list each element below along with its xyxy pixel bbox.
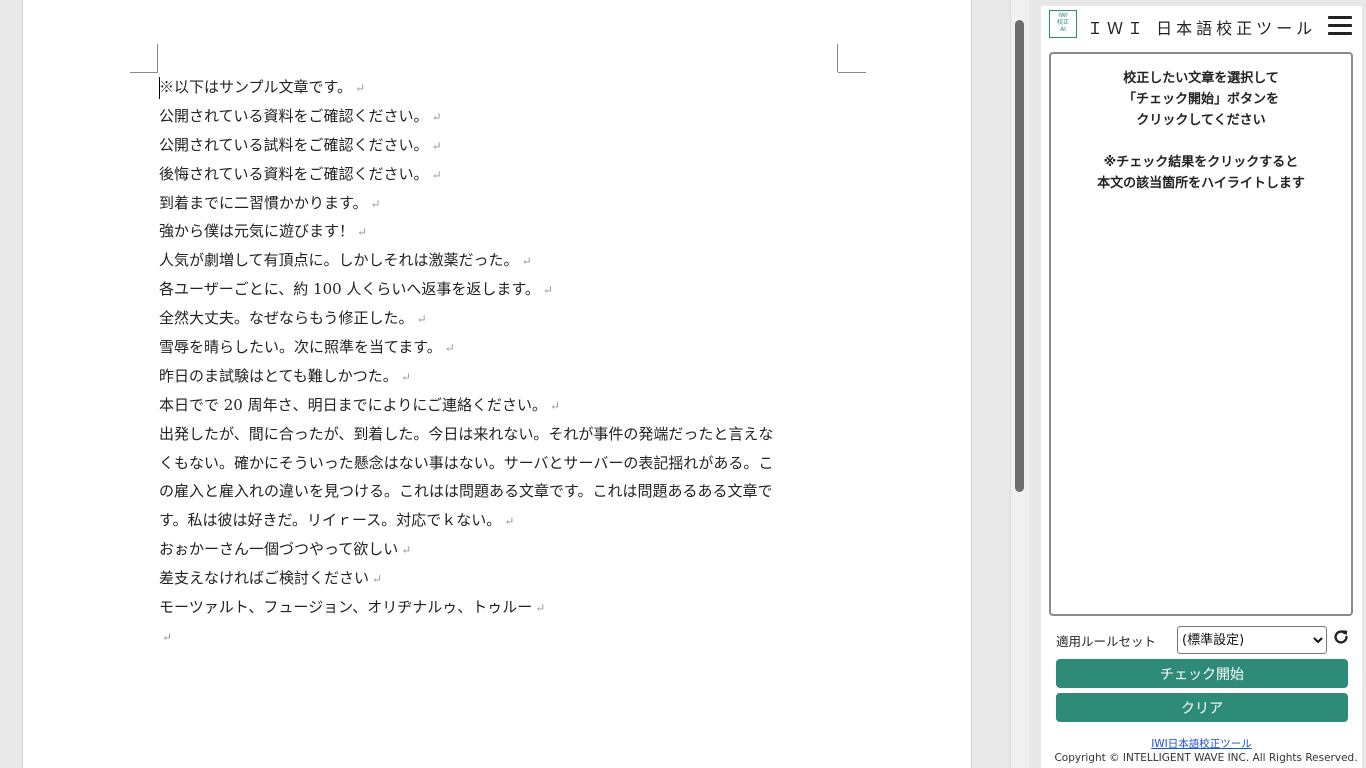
copyright-text: Copyright © INTELLIGENT WAVE INC. All Ri… [1054, 752, 1358, 764]
line-text: 全然大丈夫。なぜならもう修正した。 [159, 309, 414, 328]
line-text: 出発したが、間に合ったが、到着した。今日は来れない。それが事件の発端だったと言え… [159, 424, 774, 443]
line-text: 昨日のま試験はとても難しかつた。 [159, 366, 398, 385]
clear-button[interactable]: クリア [1056, 693, 1348, 722]
paragraph-return-mark: ↵ [370, 196, 381, 211]
document-line[interactable]: 強から僕は元気に遊びます！ ↵ [159, 217, 859, 246]
line-text: 後悔されている資料をご確認ください。 [159, 164, 429, 183]
paragraph-return-mark: ↵ [401, 543, 412, 558]
document-line[interactable]: 後悔されている資料をご確認ください。 ↵ [159, 160, 859, 189]
paragraph-return-mark: ↵ [535, 601, 546, 616]
document-canvas: ※以下はサンプル文章です。 ↵ 公開されている資料をご確認ください。 ↵ 公開されている… [0, 0, 1010, 768]
paragraph-return-mark: ↵ [162, 629, 173, 644]
line-text: す。私は彼は好きだ。リイｒース。対応でｋない。 [159, 511, 502, 530]
line-text: くもない。確かにそういった懸念はない事はない。サーバとサーバーの表記揺れがある。… [159, 453, 774, 472]
document-line[interactable]: 昨日のま試験はとても難しかつた。 ↵ [159, 362, 859, 391]
document-line[interactable]: 公開されている資料をご確認ください。 ↵ [159, 102, 859, 131]
document-line[interactable]: 全然大丈夫。なぜならもう修正した。 ↵ [159, 304, 859, 333]
line-text: 公開されている試料をご確認ください。 [159, 135, 429, 154]
panel-body: IWI 校正 AI ＩＷＩ 日本語校正ツール 校正したい文章を選択して 「チェッ… [1041, 6, 1362, 768]
document-line[interactable]: 出発したが、間に合ったが、到着した。今日は来れない。それが事件の発端だったと言え… [159, 420, 859, 449]
app-header: IWI 校正 AI ＩＷＩ 日本語校正ツール [1041, 6, 1362, 46]
line-text: の雇入と雇入れの違いを見つける。これはは問題ある文章です。これは問題あるある文章… [159, 482, 773, 501]
instruction-line: 「チェック開始」ボタンを [1122, 92, 1279, 107]
paragraph-return-mark: ↵ [521, 254, 532, 269]
crop-mark-top-right [837, 44, 838, 72]
logo-text: 校正 [1056, 19, 1069, 26]
paragraph-return-mark: ↵ [355, 81, 366, 95]
paragraph-return-mark: ↵ [504, 514, 515, 529]
paragraph-return-mark: ↵ [550, 398, 561, 413]
paragraph-return-mark: ↵ [372, 572, 383, 587]
ruleset-label: 適用ルールセット [1056, 634, 1157, 649]
logo-text: IWI [1058, 12, 1068, 19]
crop-mark-top-left [130, 72, 158, 73]
document-line[interactable]: 雪辱を晴らしたい。次に照準を当てます。 ↵ [159, 333, 859, 362]
vertical-scrollbar[interactable] [1010, 0, 1029, 768]
document-line[interactable]: ※以下はサンプル文章です。 ↵ [159, 73, 859, 102]
document-line[interactable]: 公開されている試料をご確認ください。 ↵ [159, 131, 859, 160]
scrollbar-thumb[interactable] [1015, 20, 1024, 492]
instruction-line: 本文の該当箇所をハイライトします [1097, 176, 1305, 191]
document-line[interactable]: 差支えなければご検討ください ↵ [159, 564, 859, 593]
line-text: 人気が劇増して有頂点に。しかしそれは激薬だった。 [159, 251, 519, 270]
instruction-line: 校正したい文章を選択して [1123, 71, 1279, 86]
crop-mark-top-left [157, 44, 158, 72]
document-line[interactable]: くもない。確かにそういった懸念はない事はない。サーバとサーバーの表記揺れがある。… [159, 449, 859, 478]
check-result-area[interactable]: 校正したい文章を選択して 「チェック開始」ボタンを クリックしてください ※チェ… [1049, 52, 1353, 616]
paragraph-return-mark: ↵ [400, 369, 411, 384]
line-text: おぉかーさん一個づつやって欲しい [159, 540, 399, 559]
line-text: 各ユーザーごとに、約 100 人くらいへ返事を返します。 [159, 280, 540, 299]
document-line[interactable]: 人気が劇増して有頂点に。しかしそれは激薬だった。 ↵ [159, 246, 859, 275]
instruction-line: クリックしてください [1136, 113, 1266, 128]
ruleset-select[interactable]: (標準設定) [1177, 626, 1327, 654]
document-body[interactable]: ※以下はサンプル文章です。 ↵ 公開されている資料をご確認ください。 ↵ 公開されている… [159, 73, 859, 651]
line-text: ※以下はサンプル文章です。 [159, 78, 353, 96]
paragraph-return-mark: ↵ [542, 283, 553, 298]
logo-text: AI [1060, 26, 1066, 33]
instruction-line: ※チェック結果をクリックすると [1103, 155, 1299, 170]
document-line[interactable]: おぉかーさん一個づつやって欲しい ↵ [159, 535, 859, 564]
paragraph-return-mark: ↵ [431, 167, 442, 182]
instruction-text: 校正したい文章を選択して 「チェック開始」ボタンを クリックしてください [1051, 68, 1351, 131]
line-text: 本日でで 20 周年さ、明日までによりにご連絡ください。 [159, 395, 548, 414]
document-line[interactable]: モーツァルト、フュージョン、オリヂナルゥ、トゥルー ↵ [159, 593, 859, 622]
paragraph-return-mark: ↵ [431, 138, 442, 153]
line-text: 雪辱を晴らしたい。次に照準を当てます。 [159, 338, 442, 357]
reload-icon[interactable] [1332, 628, 1350, 646]
app-logo: IWI 校正 AI [1049, 10, 1077, 38]
document-line[interactable]: 各ユーザーごとに、約 100 人くらいへ返事を返します。 ↵ [159, 275, 859, 304]
document-line[interactable]: 到着までに二習慣かかります。 ↵ [159, 189, 859, 218]
footer-link[interactable]: IWI日本語校正ツール [1041, 736, 1362, 751]
paragraph-return-mark: ↵ [416, 312, 427, 327]
line-text: 強から僕は元気に遊びます！ [159, 222, 355, 241]
document-page[interactable]: ※以下はサンプル文章です。 ↵ 公開されている資料をご確認ください。 ↵ 公開されている… [22, 0, 972, 768]
document-line[interactable]: す。私は彼は好きだ。リイｒース。対応でｋない。 ↵ [159, 506, 859, 535]
line-text: 公開されている資料をご確認ください。 [159, 106, 429, 125]
document-line[interactable]: ↵ [159, 622, 859, 651]
line-text: モーツァルト、フュージョン、オリヂナルゥ、トゥルー [159, 598, 533, 617]
document-line[interactable]: の雇入と雇入れの違いを見つける。これはは問題ある文章です。これは問題あるある文章… [159, 477, 859, 506]
paragraph-return-mark: ↵ [357, 225, 368, 240]
instruction-note: ※チェック結果をクリックすると 本文の該当箇所をハイライトします [1051, 152, 1351, 194]
paragraph-return-mark: ↵ [444, 341, 455, 356]
paragraph-return-mark: ↵ [431, 109, 442, 124]
check-start-button[interactable]: チェック開始 [1056, 659, 1348, 688]
document-line[interactable]: 本日でで 20 周年さ、明日までによりにご連絡ください。 ↵ [159, 391, 859, 420]
app-title: ＩＷＩ 日本語校正ツール [1087, 19, 1317, 38]
line-text: 到着までに二習慣かかります。 [159, 193, 368, 212]
line-text: 差支えなければご検討ください [159, 569, 370, 588]
proofreading-side-panel: IWI 校正 AI ＩＷＩ 日本語校正ツール 校正したい文章を選択して 「チェッ… [1029, 0, 1366, 768]
hamburger-menu-icon[interactable] [1328, 16, 1352, 36]
